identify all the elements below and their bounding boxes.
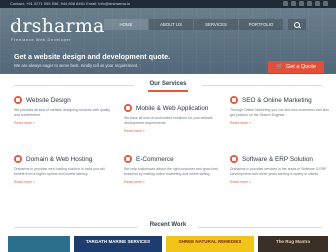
read-more-link[interactable]: Read more » [124, 129, 224, 133]
get-quote-label: Get a Quote [285, 64, 316, 70]
service-title-text: SEO & Online Marketing [242, 96, 312, 104]
nav-portfolio[interactable]: PORTFOLIO [239, 19, 283, 30]
service-title: Website Design [14, 96, 114, 104]
services-heading-underline [148, 90, 188, 92]
service-card: SEO & Online Marketing Through Online Ma… [230, 96, 330, 125]
hero-subtitle: We are always eager to serve best. Kindl… [14, 63, 139, 68]
service-title: Domain & Web Hosting [14, 155, 114, 163]
service-card: Domain & Web Hosting Drsharma.in provide… [14, 155, 114, 184]
portfolio-thumbnail[interactable]: The Rug Mantra [258, 236, 328, 252]
gear-icon [230, 96, 238, 104]
facebook-icon[interactable] [283, 1, 288, 6]
read-more-link[interactable]: Read more » [124, 180, 224, 184]
service-title: Software & ERP Solution [230, 155, 330, 163]
service-description: Through Online Marketing you can find ne… [230, 108, 330, 117]
site-tagline: Freelance Web Developer [11, 37, 72, 42]
service-title-text: Software & ERP Solution [242, 155, 313, 163]
portfolio-thumbnail[interactable] [8, 236, 70, 252]
mobile-app-icon [124, 104, 132, 112]
portfolio-label: TARGATH MARINE SERVICES [85, 239, 151, 244]
nav-about-us[interactable]: ABOUT US [149, 19, 193, 30]
contact-info: Contact: +91 0271 555 536, 944 808 8461 … [10, 1, 131, 6]
recent-work-heading: Recent Work [149, 222, 187, 228]
social-links [283, 1, 328, 6]
hero-title: Get a website design and development quo… [14, 52, 171, 61]
service-title: E-Commerce [124, 155, 224, 163]
read-more-link[interactable]: Read more » [230, 121, 330, 125]
top-bar: Contact: +91 0271 555 536, 944 808 8461 … [0, 0, 336, 8]
read-more-link[interactable]: Read more » [14, 180, 114, 184]
portfolio-thumbnail[interactable]: SHREE NATURAL REMEDIES [166, 236, 254, 252]
read-more-link[interactable]: Read more » [230, 180, 330, 184]
services-heading: Our Services [149, 81, 187, 87]
read-more-link[interactable]: Read more » [14, 121, 114, 125]
service-title: SEO & Online Marketing [230, 96, 330, 104]
nav-services[interactable]: SERVICES [194, 19, 238, 30]
service-description: Drsharma.in provides services in the are… [230, 167, 327, 176]
service-description: We have all kind of customized solutions… [124, 116, 213, 125]
shopping-cart-icon [124, 155, 132, 163]
service-description: We provides all kind of website designin… [14, 108, 111, 117]
twitter-icon[interactable] [291, 1, 296, 6]
site-logo[interactable]: drsharma [10, 17, 105, 36]
search-button[interactable] [288, 19, 306, 30]
pinterest-icon[interactable] [315, 1, 320, 6]
service-title-text: Mobile & Web Application [136, 104, 209, 112]
cart-icon: 🛒 [276, 64, 283, 70]
search-icon [294, 22, 300, 28]
software-icon [230, 155, 238, 163]
website-design-icon [14, 96, 22, 104]
service-title-text: E-Commerce [136, 155, 174, 163]
service-card: E-Commerce We help businesses attract th… [124, 155, 224, 184]
service-card: Website Design We provides all kind of w… [14, 96, 114, 125]
portfolio-label: SHREE NATURAL REMEDIES [178, 239, 242, 244]
googleplus-icon[interactable] [299, 1, 304, 6]
service-card: Mobile & Web Application We have all kin… [124, 104, 224, 133]
portfolio-label: The Rug Mantra [275, 239, 310, 244]
globe-icon [14, 155, 22, 163]
service-title-text: Domain & Web Hosting [26, 155, 93, 163]
portfolio-thumbnail[interactable]: TARGATH MARINE SERVICES [74, 236, 162, 252]
main-nav: HOME ABOUT US SERVICES PORTFOLIO [104, 19, 284, 30]
linkedin-icon[interactable] [307, 1, 312, 6]
hero-banner: drsharma Freelance Web Developer HOME AB… [0, 8, 336, 74]
service-description: Drsharma.in provides web hosting solutio… [14, 167, 105, 176]
service-card: Software & ERP Solution Drsharma.in prov… [230, 155, 330, 184]
service-description: We help businesses attract the right cus… [124, 167, 219, 176]
service-title-text: Website Design [26, 96, 71, 104]
nav-home[interactable]: HOME [104, 19, 148, 30]
skype-icon[interactable] [323, 1, 328, 6]
get-quote-button[interactable]: 🛒 Get a Quote [268, 61, 324, 73]
service-title: Mobile & Web Application [124, 104, 224, 112]
